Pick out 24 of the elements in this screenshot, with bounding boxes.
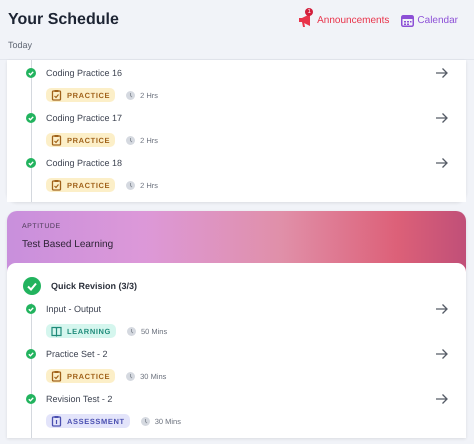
arrow-right-icon: [435, 393, 449, 405]
clock-icon: [140, 416, 150, 426]
clock-icon: [126, 90, 136, 100]
clock-icon: [126, 180, 136, 190]
item-title[interactable]: Coding Practice 16: [46, 68, 122, 78]
item-title[interactable]: Coding Practice 17: [46, 113, 122, 123]
section-title: Test Based Learning: [22, 239, 114, 250]
arrow-right-icon: [435, 67, 449, 79]
arrow-right-icon: [435, 112, 449, 124]
calendar-icon: [401, 14, 414, 26]
calendar-link[interactable]: Calendar: [401, 7, 458, 27]
group-title[interactable]: Quick Revision (3/3): [51, 281, 138, 291]
item-title[interactable]: Revision Test - 2: [46, 394, 112, 404]
arrow-right-icon: [435, 348, 449, 360]
clock-icon: [126, 326, 136, 336]
item-title[interactable]: Input - Output: [46, 304, 102, 314]
item-title[interactable]: Practice Set - 2: [46, 349, 108, 359]
page-title: Your Schedule: [8, 11, 119, 29]
arrow-right-icon: [435, 303, 449, 315]
item-title[interactable]: Coding Practice 18: [46, 158, 122, 168]
clock-icon: [126, 372, 136, 380]
clock-icon: [126, 136, 136, 144]
arrow-right-icon: [435, 157, 449, 169]
date-label: Today: [8, 40, 34, 50]
